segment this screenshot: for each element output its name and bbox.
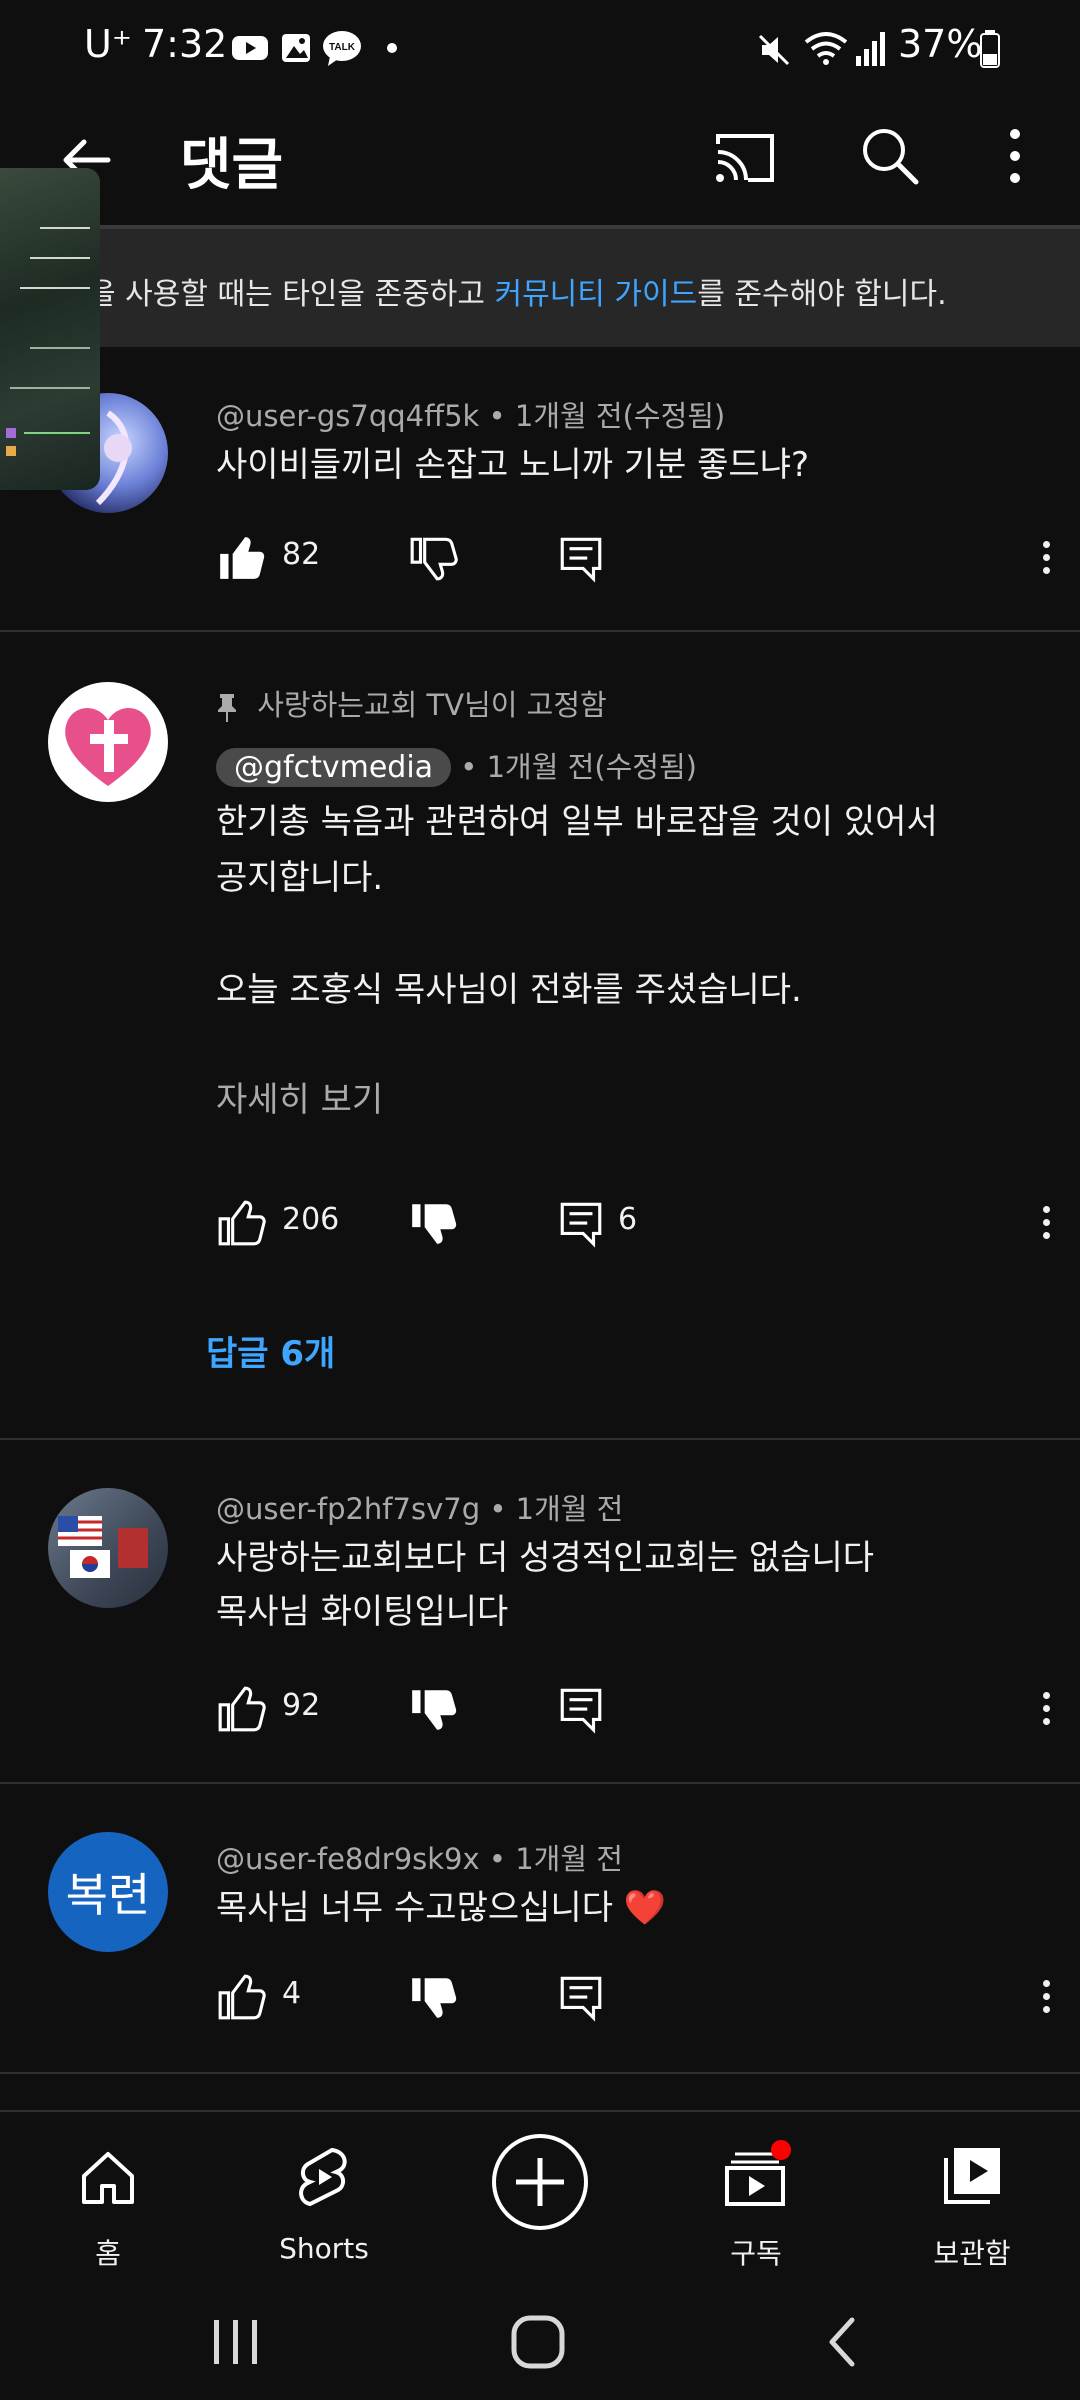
avatar[interactable]: 복련 bbox=[48, 1832, 168, 1952]
nav-library[interactable]: 보관함 bbox=[882, 2132, 1062, 2270]
page-title: 댓글 bbox=[180, 133, 284, 198]
youtube-notification-icon bbox=[232, 36, 268, 60]
comment-author[interactable]: @user-fp2hf7sv7g bbox=[216, 1492, 480, 1526]
like-count: 4 bbox=[282, 1976, 302, 2011]
nav-home[interactable]: 홈 bbox=[18, 2132, 198, 2270]
shorts-icon bbox=[299, 2147, 347, 2207]
community-guidelines-link[interactable]: 커뮤니티 가이드 bbox=[494, 277, 697, 312]
heart-cross-logo-icon bbox=[65, 708, 151, 786]
nav-home-label: 홈 bbox=[95, 2237, 121, 2270]
comment-item: @user-fp2hf7sv7g • 1개월 전 사랑하는교회보다 더 성경적인… bbox=[0, 1440, 1080, 1784]
more-options-icon[interactable] bbox=[1000, 126, 1030, 186]
comment-item: 복련 @user-fe8dr9sk9x • 1개월 전 목사님 너무 수고많으십… bbox=[0, 1784, 1080, 2074]
wifi-icon bbox=[804, 32, 848, 65]
library-icon bbox=[944, 2148, 1000, 2204]
nav-shorts-label: Shorts bbox=[279, 2232, 369, 2265]
comment-text-line: 한기총 녹음과 관련하여 일부 바로잡을 것이 있어서 bbox=[216, 802, 938, 842]
comment-text: 사이비들끼리 손잡고 노니까 기분 좋드냐? bbox=[216, 445, 810, 485]
dislike-icon[interactable] bbox=[408, 533, 458, 583]
banner-text-before: 을 사용할 때는 타인을 존중하고 bbox=[88, 277, 495, 312]
view-replies-button[interactable]: 답글 6개 bbox=[206, 1326, 335, 1375]
reply-icon[interactable] bbox=[556, 1198, 606, 1248]
battery-percent: 37% bbox=[898, 22, 983, 66]
system-back-icon[interactable] bbox=[818, 2312, 868, 2372]
comment-text: 목사님 너무 수고많으십니다 ❤️ bbox=[216, 1888, 667, 1928]
like-icon[interactable] bbox=[216, 1198, 266, 1248]
avatar[interactable] bbox=[48, 1488, 168, 1608]
comment-menu-icon[interactable] bbox=[1036, 537, 1056, 581]
like-count: 206 bbox=[282, 1202, 340, 1237]
comment-actions: 4 bbox=[216, 1972, 1056, 2032]
reply-icon[interactable] bbox=[556, 533, 606, 583]
comment-author[interactable]: @user-gs7qq4ff5k bbox=[216, 399, 479, 433]
home-button-icon[interactable] bbox=[508, 2312, 568, 2372]
svg-text:TALK: TALK bbox=[329, 42, 356, 53]
create-plus-icon bbox=[492, 2134, 588, 2230]
comment-menu-icon[interactable] bbox=[1036, 1976, 1056, 2020]
cast-icon[interactable] bbox=[712, 130, 776, 186]
comment-actions: 82 bbox=[216, 533, 1056, 593]
pinned-by-text: 사랑하는교회 TV님이 고정함 bbox=[257, 688, 607, 722]
system-navigation-bar bbox=[0, 2290, 1080, 2400]
comment-time: • 1개월 전(수정됨) bbox=[460, 750, 697, 784]
mini-player-video-icon bbox=[6, 227, 90, 456]
clock: 7:32 bbox=[142, 22, 228, 66]
comment-actions: 206 6 bbox=[216, 1198, 1056, 1258]
nav-shorts[interactable]: Shorts bbox=[234, 2132, 414, 2265]
community-guidelines-banner: 을 사용할 때는 타인을 존중하고 커뮤니티 가이드를 준수해야 합니다. bbox=[0, 225, 1080, 347]
gallery-notification-icon bbox=[282, 34, 310, 62]
more-notifications-dot-icon bbox=[387, 43, 397, 53]
dislike-filled-icon[interactable] bbox=[408, 1684, 458, 1734]
comment-actions: 92 bbox=[216, 1684, 1056, 1744]
app-header: 댓글 bbox=[0, 100, 1080, 225]
pin-icon bbox=[218, 694, 236, 722]
nav-library-label: 보관함 bbox=[933, 2237, 1011, 2270]
search-icon[interactable] bbox=[858, 124, 922, 188]
comment-time: • 1개월 전 bbox=[488, 1842, 623, 1876]
comment-item: @user-gs7qq4ff5k • 1개월 전(수정됨) 사이비들끼리 손잡고… bbox=[0, 345, 1080, 632]
avatar-initials: 복련 bbox=[65, 1868, 151, 1922]
status-bar: U⁺ 7:32 TALK 37% bbox=[0, 0, 1080, 100]
reply-count: 6 bbox=[618, 1202, 638, 1237]
read-more-link[interactable]: 자세히 보기 bbox=[216, 1072, 383, 1128]
comment-time: • 1개월 전(수정됨) bbox=[488, 399, 726, 433]
carrier-label: U⁺ bbox=[84, 22, 132, 66]
recent-apps-icon[interactable] bbox=[208, 2314, 264, 2370]
comment-menu-icon[interactable] bbox=[1036, 1202, 1056, 1246]
nav-subscriptions-label: 구독 bbox=[730, 2237, 782, 2270]
mute-icon bbox=[758, 34, 790, 66]
avatar[interactable] bbox=[48, 682, 168, 802]
like-icon[interactable] bbox=[216, 1972, 266, 2022]
comment-time: • 1개월 전 bbox=[489, 1492, 624, 1526]
like-count: 82 bbox=[282, 537, 321, 572]
signal-icon bbox=[856, 32, 885, 66]
like-icon[interactable] bbox=[216, 1684, 266, 1734]
dislike-filled-icon[interactable] bbox=[408, 1972, 458, 2022]
reply-icon[interactable] bbox=[556, 1684, 606, 1734]
comment-author-chip[interactable]: @gfctvmedia bbox=[216, 748, 452, 787]
reply-icon[interactable] bbox=[556, 1972, 606, 2022]
battery-icon bbox=[980, 30, 1000, 68]
pinned-label: 사랑하는교회 TV님이 고정함 bbox=[216, 682, 607, 724]
flags-avatar-icon bbox=[58, 1516, 148, 1578]
comment-author[interactable]: @user-fe8dr9sk9x bbox=[216, 1842, 480, 1876]
subscriptions-icon bbox=[725, 2140, 791, 2206]
dislike-filled-icon[interactable] bbox=[408, 1198, 458, 1248]
banner-text-after: 를 준수해야 합니다. bbox=[697, 277, 947, 312]
comment-text-line: 사랑하는교회보다 더 성경적인교회는 없습니다 bbox=[216, 1538, 875, 1578]
bottom-navigation: 홈 Shorts 구독 보관함 bbox=[0, 2110, 1080, 2292]
like-filled-icon[interactable] bbox=[216, 533, 266, 583]
nav-create[interactable] bbox=[450, 2132, 630, 2236]
comment-text-line: 오늘 조홍식 목사님이 전화를 주셨습니다. bbox=[216, 970, 802, 1010]
comment-text-line: 목사님 화이팅입니다 bbox=[216, 1592, 509, 1632]
nav-subscriptions[interactable]: 구독 bbox=[666, 2132, 846, 2270]
banner-text: 을 사용할 때는 타인을 존중하고 커뮤니티 가이드를 준수해야 합니다. bbox=[88, 269, 947, 313]
like-count: 92 bbox=[282, 1688, 321, 1723]
home-icon bbox=[82, 2152, 134, 2204]
comment-text-line: 공지합니다. bbox=[216, 858, 384, 898]
comment-menu-icon[interactable] bbox=[1036, 1688, 1056, 1732]
kakaotalk-notification-icon: TALK bbox=[323, 31, 361, 66]
pinned-comment-item: 사랑하는교회 TV님이 고정함 @gfctvmedia • 1개월 전(수정됨)… bbox=[0, 632, 1080, 1440]
mini-player-thumbnail[interactable] bbox=[0, 168, 100, 490]
